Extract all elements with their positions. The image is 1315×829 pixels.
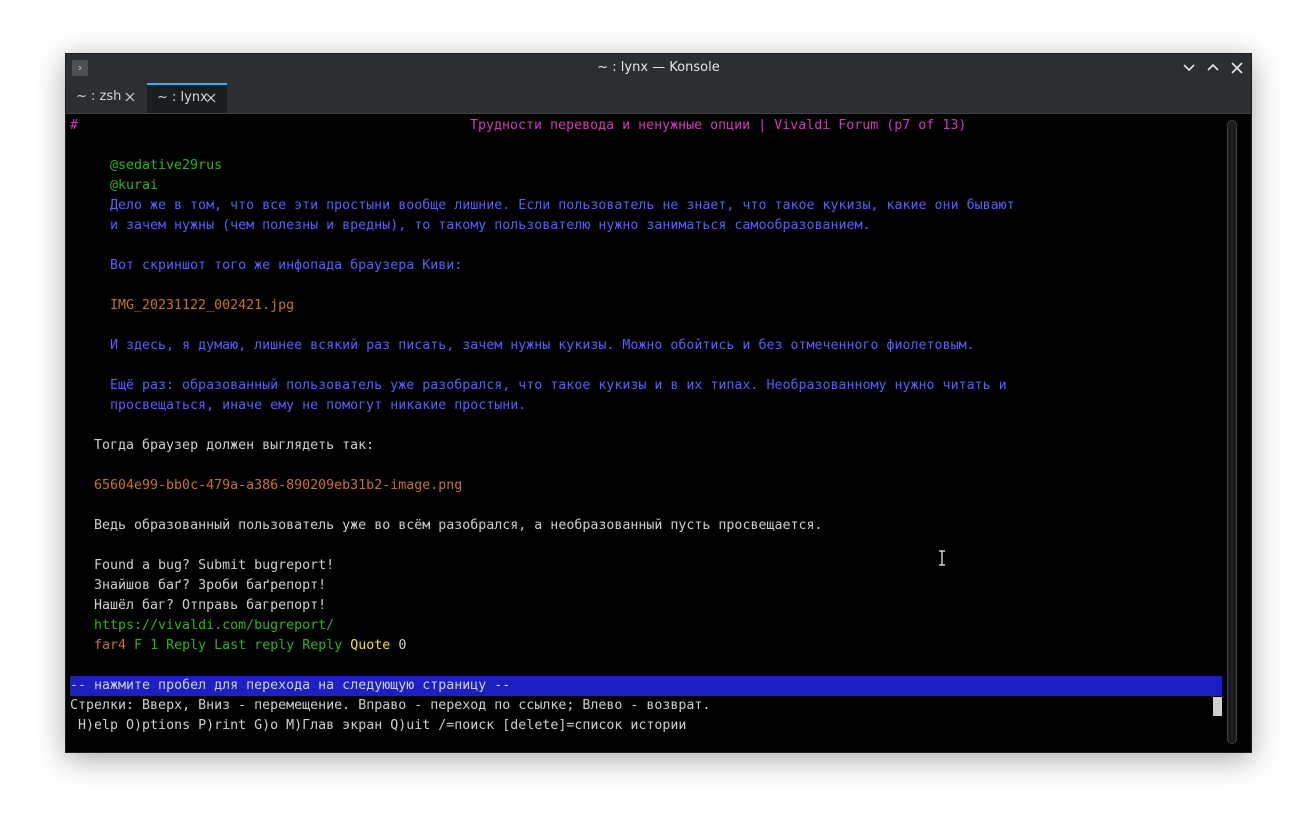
tab-bar: ~ : zsh ~ : lynx [66, 82, 1251, 114]
quote-text-line: и зачем нужны (чем полезны и вредны), то… [110, 218, 871, 233]
post-text-line: Тогда браузер должен выглядеть так: [94, 438, 375, 453]
quote-text-line: Ещё раз: образованный пользователь уже р… [110, 378, 1007, 393]
quote-image-link[interactable]: IMG_20231122_002421.jpg [110, 296, 294, 316]
post-image-link[interactable]: 65604e99-bb0c-479a-a386-890209eb31b2-ima… [94, 476, 462, 496]
post-text-line: Ведь образованный пользователь уже во вс… [94, 518, 823, 533]
page-hash-marker: # [70, 118, 79, 133]
quote-user-link-1[interactable]: @sedative29rus [110, 156, 222, 176]
quote-user-link-2[interactable]: @kurai [110, 176, 158, 196]
close-window-icon[interactable] [1227, 58, 1247, 78]
tab-zsh-close-icon[interactable] [125, 92, 135, 102]
tab-lynx-label: ~ : lynx [157, 90, 208, 105]
terminal-area[interactable]: # Трудности перевода и ненужные опции | … [66, 114, 1251, 752]
quote-text-line: Вот скриншот того же инфопада браузера К… [110, 258, 463, 273]
help-line: Стрелки: Вверх, Вниз - перемещение. Впра… [70, 698, 711, 713]
footer-f-link[interactable]: F [134, 638, 142, 653]
tab-lynx[interactable]: ~ : lynx [147, 83, 227, 113]
bugreport-link[interactable]: https://vivaldi.com/bugreport/ [94, 616, 334, 636]
tab-zsh-label: ~ : zsh [76, 89, 122, 104]
text-cursor [1213, 697, 1222, 716]
minimize-chevron-down-icon[interactable] [1179, 58, 1199, 78]
signature-line: Found a bug? Submit bugreport! [94, 558, 335, 573]
quote-text-line: И здесь, я думаю, лишнее всякий раз писа… [110, 338, 975, 353]
maximize-chevron-up-icon[interactable] [1203, 58, 1223, 78]
footer-count[interactable]: 1 [150, 638, 158, 653]
quote-text-line: Дело же в том, что все эти простыни вооб… [110, 198, 1015, 213]
konsole-window: › ~ : lynx — Konsole ~ : zsh ~ : lynx # … [65, 53, 1252, 753]
tab-lynx-close-icon[interactable] [206, 93, 216, 103]
last-reply-link[interactable]: Last reply [214, 638, 294, 653]
page-title: Трудности перевода и ненужные опции | Vi… [470, 118, 967, 133]
quote-button[interactable]: Quote [350, 638, 390, 653]
author-link[interactable]: far4 [94, 638, 126, 653]
reply-link[interactable]: Reply [166, 638, 206, 653]
post-footer: far4 F 1 Reply Last reply Reply Quote 0 [94, 636, 406, 656]
i-beam-cursor-icon [939, 550, 945, 566]
status-prompt: -- нажмите пробел для перехода на следую… [70, 678, 511, 693]
help-line: H)elp O)ptions P)rint G)o M)Глав экран Q… [70, 718, 687, 733]
signature-line: Знайшов баґ? Зроби баґрепорт! [94, 578, 327, 593]
vote-count: 0 [398, 638, 407, 653]
reply-button[interactable]: Reply [302, 638, 342, 653]
title-bar[interactable]: › ~ : lynx — Konsole [66, 54, 1251, 82]
quote-text-line: просвещаться, иначе ему не помогут никак… [110, 398, 527, 413]
window-title: ~ : lynx — Konsole [597, 60, 720, 75]
signature-line: Нашёл баг? Отправь багрепорт! [94, 598, 327, 613]
tab-zsh[interactable]: ~ : zsh [66, 83, 146, 113]
vertical-scrollbar[interactable] [1227, 120, 1237, 744]
